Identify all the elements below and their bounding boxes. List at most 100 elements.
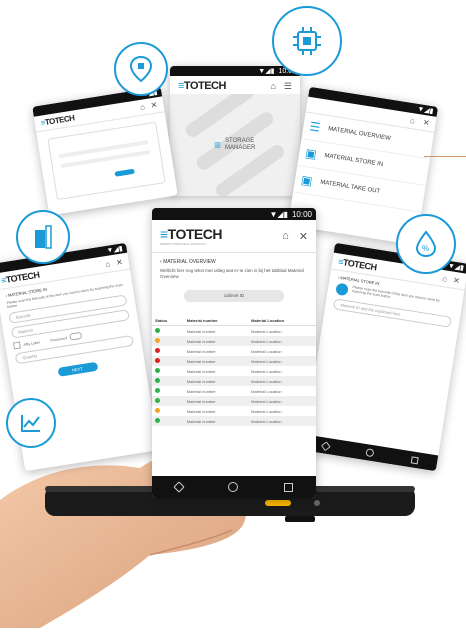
table-row[interactable]: Material number Material Location: [152, 416, 316, 426]
nav-bar: [152, 476, 316, 498]
close-icon[interactable]: ✕: [422, 118, 430, 128]
cabinet-id-button[interactable]: cabinet ID: [184, 290, 284, 302]
status-dot: [155, 388, 160, 393]
column-material-location: Material Location: [248, 316, 316, 326]
brand-logo: ≡TOTECH SMART STORAGE & LOGISTICS: [160, 226, 222, 246]
table-row[interactable]: Material number Material Location: [152, 406, 316, 416]
table-row[interactable]: Material number Material Location: [152, 396, 316, 406]
splash-title-line2: MANAGER: [225, 145, 256, 151]
material-overview-phone: ▼◢▮ 10:00 ≡TOTECH SMART STORAGE & LOGISTI…: [152, 208, 316, 498]
status-dot: [155, 408, 160, 413]
recents-icon[interactable]: [410, 455, 419, 464]
material-location-cell: Material Location: [248, 416, 316, 426]
chevron-left-icon[interactable]: ‹: [160, 259, 162, 265]
status-dot: [155, 358, 160, 363]
brand-name: TOTECH: [44, 113, 76, 127]
menu-icon[interactable]: ☰: [284, 81, 292, 92]
status-bar: ▼◢▮ 10:00: [152, 208, 316, 220]
brand-logo: ≡TOTECH: [40, 113, 76, 128]
status-cell: [152, 366, 184, 376]
table-row[interactable]: Material number Material Location: [152, 336, 316, 346]
chip-out-icon: ▣: [300, 172, 314, 189]
status-cell: [152, 416, 184, 426]
brand-name: TOTECH: [183, 80, 227, 92]
close-icon[interactable]: ✕: [150, 100, 158, 110]
splash-phone: ▼◢▮ 10:00 ≡TOTECH ⌂ ☰ ≡ STORAGE MANAGER: [170, 66, 300, 196]
home-icon[interactable]: ⌂: [105, 259, 111, 269]
close-icon[interactable]: ✕: [115, 257, 123, 267]
status-bar: ▼◢▮ 10:00: [170, 66, 300, 76]
material-table: Status Material number Material Location…: [152, 316, 316, 426]
material-location-cell: Material Location: [248, 336, 316, 346]
material-location-cell: Material Location: [251, 348, 282, 354]
divider-line: [424, 156, 466, 157]
scan-icon[interactable]: [335, 282, 349, 297]
close-icon[interactable]: ✕: [453, 275, 461, 285]
brand-logo: ≡TOTECH: [337, 256, 378, 273]
status-dot: [155, 368, 160, 373]
material-location-cell: Material Location: [248, 376, 316, 386]
home-icon[interactable]: ⌂: [270, 81, 275, 92]
back-icon[interactable]: [173, 481, 185, 493]
material-location-cell: Material Location: [251, 388, 282, 394]
material-number-cell: Material number: [186, 348, 216, 354]
chip-icon: [272, 6, 342, 76]
splash-title-line1: STORAGE: [225, 138, 255, 144]
water-drop-icon: %: [396, 214, 456, 274]
table-row[interactable]: Material number Material Location: [152, 366, 316, 376]
recents-icon[interactable]: [284, 482, 294, 492]
table-row[interactable]: Material number Material Location: [152, 326, 316, 337]
instruction-text: Wellicht hier nog tekst met uitleg wat e…: [160, 268, 304, 279]
status-dot: [155, 398, 160, 403]
brand-name: TOTECH: [342, 257, 378, 273]
splash-graphic: ≡ STORAGE MANAGER: [170, 85, 300, 196]
chip-icon: ▣: [304, 145, 318, 162]
brand-logo: ≡TOTECH: [178, 80, 226, 92]
material-number-cell: Material number: [183, 336, 249, 346]
back-icon[interactable]: [320, 440, 331, 451]
table-row[interactable]: Material number Material Location: [152, 376, 316, 386]
material-number-cell: Material number: [186, 388, 216, 394]
section-title: MATERIAL OVERVIEW: [163, 259, 216, 265]
material-location-cell: Material Location: [248, 396, 316, 406]
login-button[interactable]: [114, 168, 135, 177]
brand-logo: ≡TOTECH: [0, 269, 41, 286]
status-cell: [152, 346, 184, 356]
material-number-cell: Material number: [183, 376, 249, 386]
status-time: 10:00: [291, 209, 312, 219]
location-pin-icon: [114, 42, 168, 96]
status-cell: [152, 386, 184, 396]
material-number-cell: Material number: [186, 328, 216, 334]
brand-name: TOTECH: [167, 226, 223, 242]
material-number-cell: Material number: [186, 408, 216, 414]
home-nav-icon[interactable]: [228, 482, 239, 492]
signal-icon: ▼◢▮: [258, 68, 275, 75]
checkbox[interactable]: [12, 341, 21, 350]
home-icon[interactable]: ⌂: [409, 116, 415, 126]
home-icon[interactable]: ⌂: [282, 230, 289, 243]
toggle-label: Processed: [50, 335, 68, 343]
toggle-switch[interactable]: [69, 331, 83, 341]
material-location-cell: Material Location: [251, 328, 282, 334]
table-row[interactable]: Material number Material Location: [152, 346, 316, 356]
material-location-cell: Material Location: [251, 408, 282, 414]
material-number-cell: Material number: [186, 368, 216, 374]
brand-name: TOTECH: [5, 269, 41, 285]
status-dot: [155, 378, 160, 383]
table-row[interactable]: Material number Material Location: [152, 356, 316, 366]
material-number-cell: Material number: [183, 356, 249, 366]
home-icon[interactable]: ⌂: [442, 274, 448, 284]
home-icon[interactable]: ⌂: [139, 102, 145, 112]
storage-icon: ≡: [214, 138, 222, 152]
battery-stack-icon: [16, 210, 70, 264]
table-row[interactable]: Material number Material Location: [152, 386, 316, 396]
home-nav-icon[interactable]: [365, 448, 375, 458]
status-dot: [155, 338, 160, 343]
material-location-cell: Material Location: [248, 356, 316, 366]
close-icon[interactable]: ✕: [299, 230, 308, 243]
login-phone: ▼◢▮ ≡TOTECH ⌂✕: [32, 86, 178, 216]
status-cell: [152, 336, 184, 346]
status-cell: [152, 406, 184, 416]
status-cell: [152, 326, 184, 337]
next-button[interactable]: NEXT: [56, 361, 98, 377]
